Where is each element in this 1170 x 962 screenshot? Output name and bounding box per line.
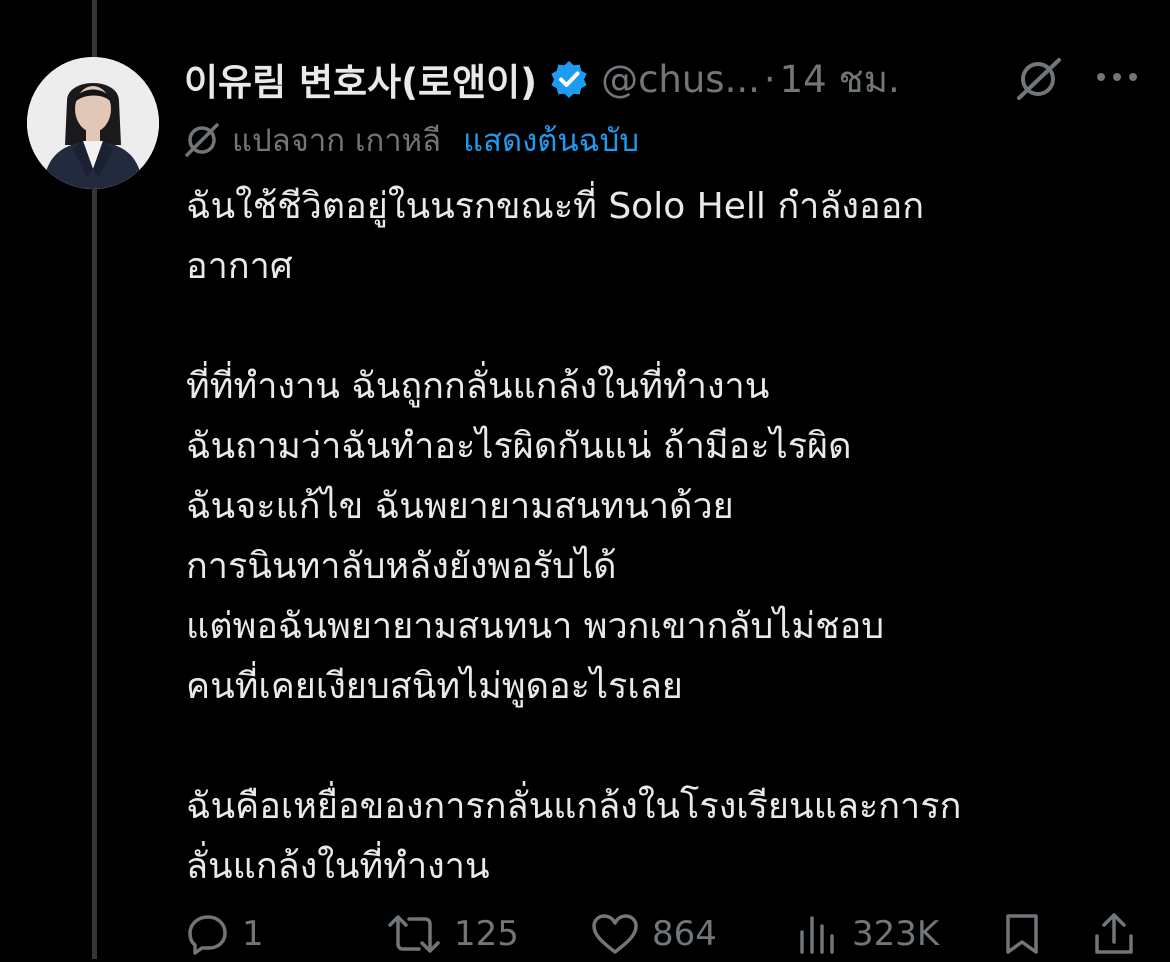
- bookmark-button[interactable]: [1002, 906, 1042, 962]
- reply-count: 1: [242, 914, 264, 954]
- more-icon[interactable]: [1094, 64, 1140, 90]
- repost-count: 125: [454, 914, 519, 954]
- view-count: 323K: [852, 914, 940, 954]
- post-text: ฉันใช้ชีวิตอยู่ในนรกขณะที่ Solo Hell กำล…: [186, 177, 1136, 897]
- post-text-line: ฉันจะแก้ไข ฉันพยายามสนทนาด้วย: [186, 486, 734, 527]
- reply-icon: [188, 915, 227, 955]
- repost-button[interactable]: 125: [386, 906, 519, 962]
- views-button[interactable]: 323K: [796, 906, 939, 962]
- share-button[interactable]: [1092, 906, 1136, 962]
- repost-icon: [388, 915, 440, 953]
- translate-icon: [184, 122, 220, 158]
- translated-from-label: แปลจาก เกาหลี: [232, 123, 442, 159]
- avatar[interactable]: [27, 57, 159, 189]
- post-text-line: ลั่นแกล้งในที่ทำงาน: [186, 846, 490, 887]
- reply-button[interactable]: 1: [186, 906, 264, 962]
- post-text-line: คนที่เคยเงียบสนิทไม่พูดอะไรเลย: [186, 666, 683, 707]
- views-icon: [800, 916, 834, 954]
- separator-dot: ·: [763, 57, 776, 101]
- like-count: 864: [652, 914, 717, 954]
- bookmark-icon: [1006, 914, 1038, 954]
- avatar-image: [27, 57, 159, 189]
- like-button[interactable]: 864: [590, 906, 717, 962]
- author-display-name[interactable]: 이유림 변호사(로앤이): [184, 52, 537, 106]
- post-text-line: ที่ที่ทำงาน ฉันถูกกลั่นแกล้งในที่ทำงาน: [186, 366, 770, 407]
- post-text-line: การนินทาลับหลังยังพอรับได้: [186, 546, 617, 587]
- post-timestamp[interactable]: 14 ชม.: [780, 50, 900, 109]
- post-text-line: แต่พอฉันพยายามสนทนา พวกเขากลับไม่ชอบ: [186, 606, 885, 647]
- translation-bar: แปลจาก เกาหลี แสดงต้นฉบับ: [184, 118, 639, 162]
- post-text-line: ฉันคือเหยื่อของการกลั่นแกล้งในโรงเรียนแล…: [186, 786, 962, 827]
- share-icon: [1095, 913, 1133, 954]
- post-text-line: ฉันใช้ชีวิตอยู่ในนรกขณะที่ Solo Hell กำล…: [186, 186, 925, 227]
- post-text-line: ฉันถามว่าฉันทำอะไรผิดกันแน่ ถ้ามีอะไรผิด: [186, 426, 852, 467]
- show-original-link[interactable]: แสดงต้นฉบับ: [463, 115, 639, 165]
- author-handle[interactable]: @chus...: [601, 58, 760, 101]
- post-header: 이유림 변호사(로앤이) @chus... · 14 ชม.: [184, 50, 1144, 108]
- action-bar: 1 125 864 323K: [186, 906, 1146, 962]
- post-text-line: อากาศ: [186, 246, 293, 287]
- grok-icon[interactable]: [1014, 56, 1064, 102]
- verified-badge-icon[interactable]: [549, 59, 589, 99]
- heart-icon: [592, 914, 638, 954]
